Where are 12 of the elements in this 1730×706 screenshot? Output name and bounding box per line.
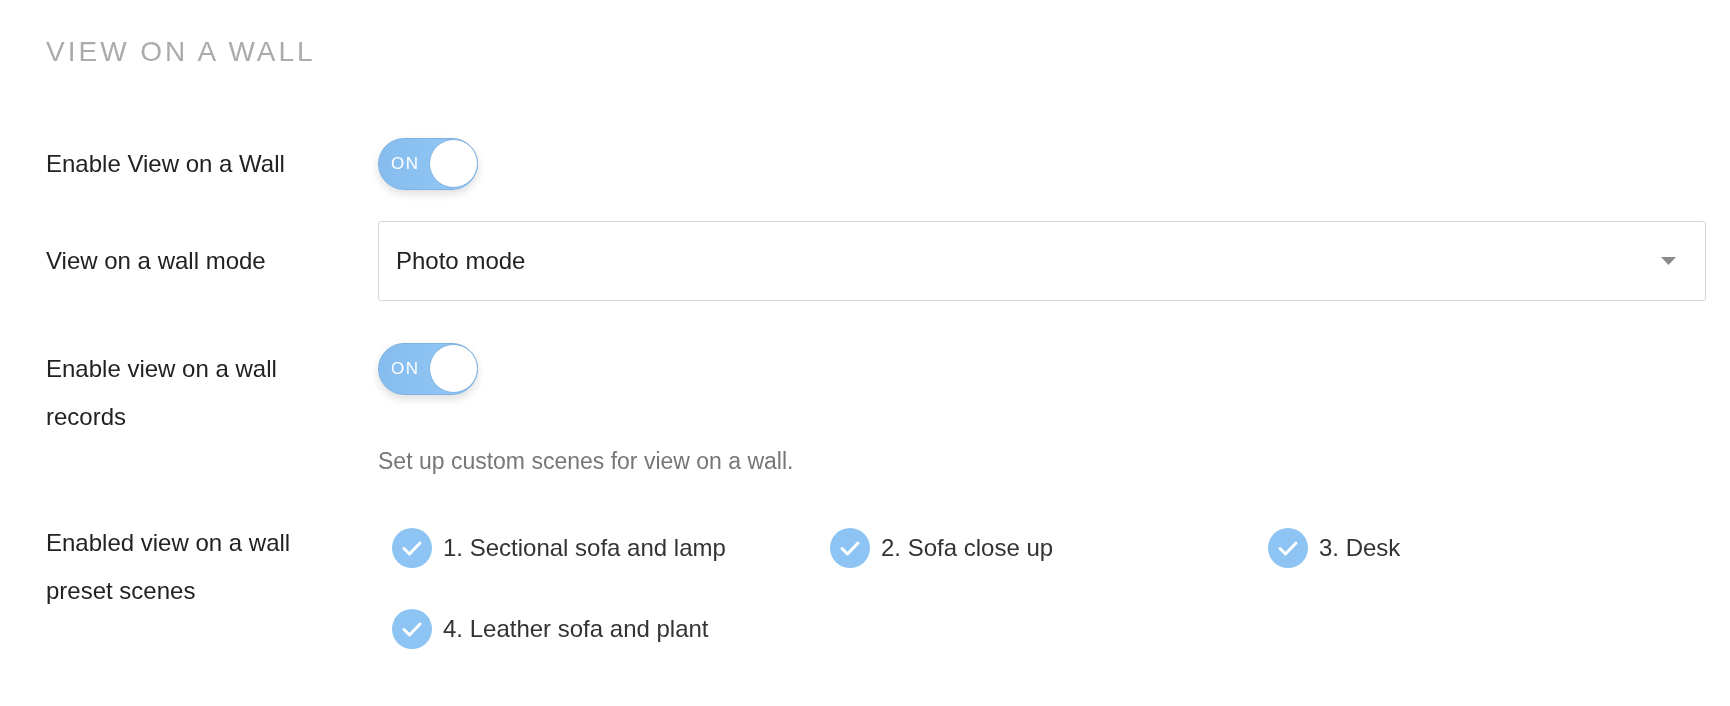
scene-checkbox[interactable]: 3. Desk	[1268, 524, 1401, 572]
setting-label: View on a wall mode	[46, 246, 267, 276]
setting-label: Enable view on a wall records	[46, 354, 278, 432]
help-text: Set up custom scenes for view on a wall.	[378, 447, 795, 476]
mode-dropdown[interactable]: Photo mode	[378, 221, 1706, 301]
section-title: VIEW ON A WALL	[46, 35, 317, 69]
scene-checkbox[interactable]: 4. Leather sofa and plant	[392, 605, 709, 653]
scene-checkbox[interactable]: 1. Sectional sofa and lamp	[392, 524, 726, 572]
scene-checkbox[interactable]: 2. Sofa close up	[830, 524, 1054, 572]
caret-icon	[1661, 257, 1676, 265]
setting-label: Enabled view on a wall preset scenes	[46, 528, 292, 606]
setting-label: Enable View on a Wall	[46, 149, 286, 179]
